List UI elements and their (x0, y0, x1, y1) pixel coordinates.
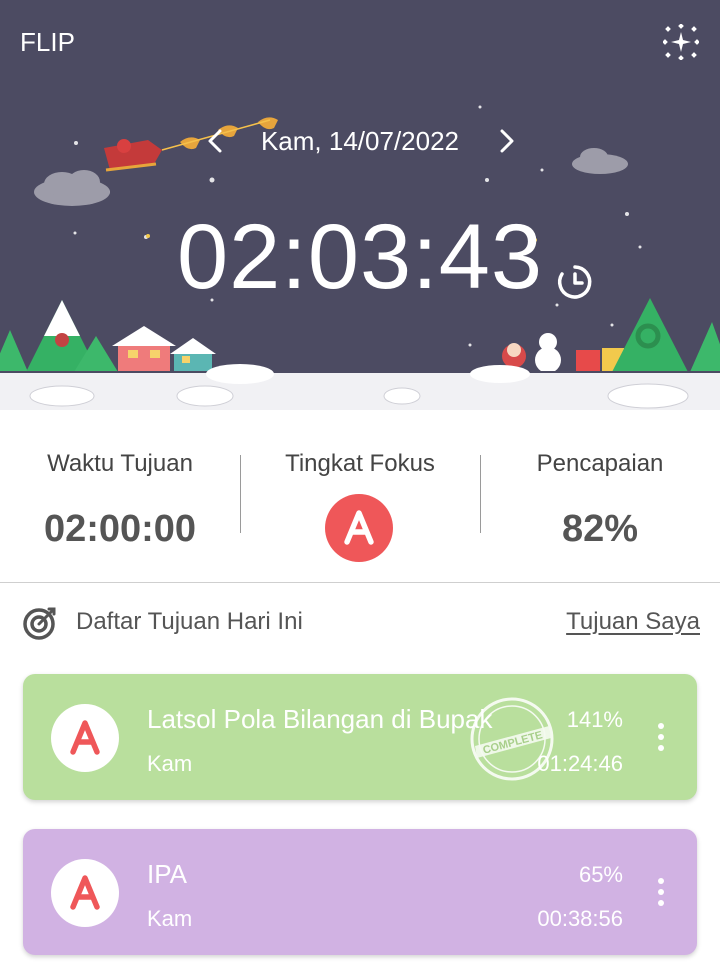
current-date[interactable]: Kam, 14/07/2022 (240, 126, 480, 157)
study-timer-display: 02:03:43 (176, 206, 544, 308)
goal-day: Kam (147, 751, 193, 776)
goal-title: Latsol Pola Bilangan di Bupak (147, 704, 493, 734)
focus-level-label: Tingkat Fokus (285, 450, 435, 477)
focus-grade-badge (325, 494, 393, 562)
timer-icon[interactable] (555, 262, 595, 302)
header: FLIP Kam, 14/07/2022 02:03:43 (0, 0, 720, 410)
goal-card[interactable]: IPA Kam 65% 00:38:56 (23, 829, 697, 955)
target-icon (22, 605, 58, 641)
goals-header: Daftar Tujuan Hari Ini Tujuan Saya (0, 583, 720, 663)
goal-day: Kam (147, 906, 193, 931)
goal-percent: 65% (578, 862, 623, 887)
target-time-stat: Waktu Tujuan 02:00:00 (0, 410, 240, 582)
target-time-label: Waktu Tujuan (47, 450, 193, 477)
achievement-value: 82% (561, 508, 639, 550)
achievement-stat: Pencapaian 82% (480, 410, 720, 582)
more-vertical-icon[interactable] (649, 875, 673, 909)
daily-stats: Waktu Tujuan 02:00:00 Tingkat Fokus Penc… (0, 410, 720, 583)
goal-time: 01:24:46 (537, 751, 623, 776)
goal-grade-badge (51, 704, 119, 772)
my-goals-link[interactable]: Tujuan Saya (566, 608, 700, 636)
goal-card[interactable]: Latsol Pola Bilangan di Bupak Kam COMPLE… (23, 674, 697, 800)
grade-a-icon (70, 875, 100, 910)
more-vertical-icon[interactable] (649, 720, 673, 754)
goal-grade-badge (51, 859, 119, 927)
sparkle-icon[interactable] (662, 23, 700, 61)
date-navigator: Kam, 14/07/2022 (0, 122, 720, 162)
goal-percent: 141% (566, 707, 623, 732)
goals-list-title: Daftar Tujuan Hari Ini (76, 608, 303, 635)
focus-level-stat: Tingkat Fokus (240, 410, 480, 582)
goal-title: IPA (147, 859, 187, 889)
target-time-value: 02:00:00 (43, 508, 197, 550)
grade-a-icon (344, 510, 374, 545)
stamp-text: COMPLETE (482, 729, 544, 756)
app-title: FLIP (20, 27, 75, 57)
achievement-label: Pencapaian (536, 450, 664, 477)
chevron-left-icon[interactable] (200, 122, 230, 160)
grade-a-icon (70, 720, 100, 755)
chevron-right-icon[interactable] (492, 122, 522, 160)
goal-time: 00:38:56 (537, 906, 623, 931)
